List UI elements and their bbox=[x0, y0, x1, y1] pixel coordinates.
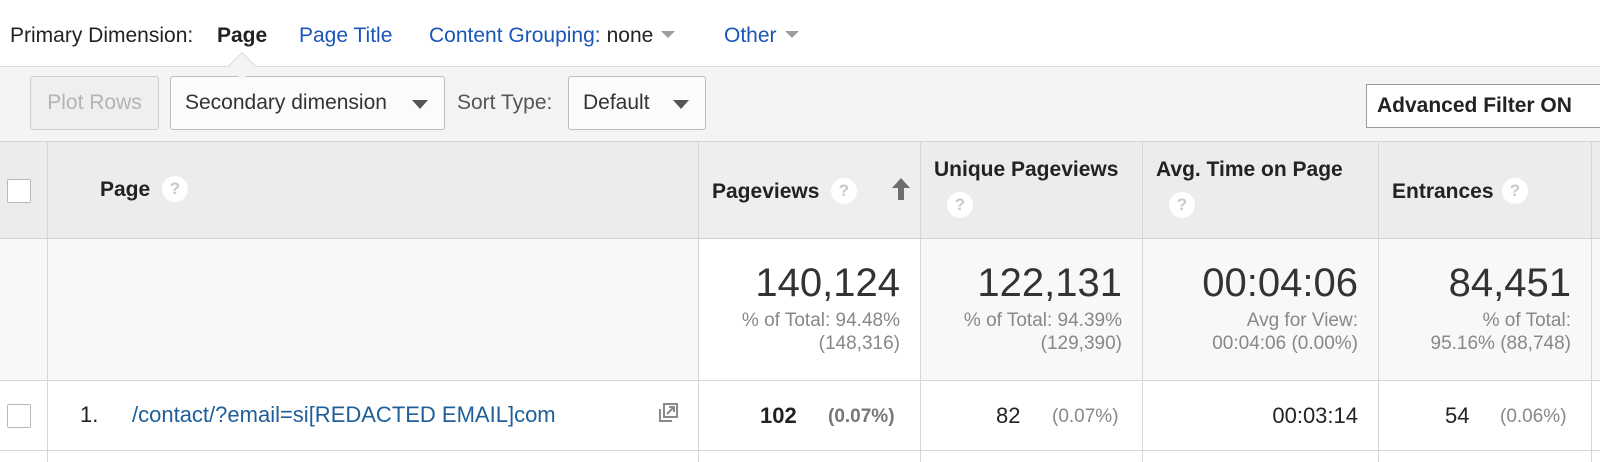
row-entrances: 54 bbox=[1445, 403, 1470, 428]
dimension-page-title-link[interactable]: Page Title bbox=[299, 24, 392, 48]
content-grouping-dropdown[interactable]: Content Grouping: none bbox=[429, 24, 676, 48]
help-icon[interactable]: ? bbox=[1502, 178, 1528, 204]
row-index: 1. bbox=[80, 402, 99, 427]
total-entrances: 84,451 bbox=[1448, 261, 1571, 305]
row-checkbox[interactable] bbox=[7, 404, 31, 428]
help-icon[interactable]: ? bbox=[947, 192, 973, 218]
sort-type-value[interactable]: Default bbox=[583, 91, 650, 114]
caret-down-icon[interactable] bbox=[661, 30, 676, 38]
help-icon[interactable]: ? bbox=[1169, 192, 1195, 218]
primary-dimension-label: Primary Dimension: bbox=[10, 24, 194, 47]
total-entrances-percent-line2: 95.16% (88,748) bbox=[1430, 333, 1572, 354]
next-column-edge bbox=[1592, 142, 1600, 462]
checkbox-column bbox=[0, 142, 48, 462]
total-avg-time-comparison: Avg for View: 00:04:06 (0.00%) bbox=[1212, 309, 1358, 355]
row-page-link[interactable]: /contact/?email=si[REDACTED EMAIL]com bbox=[132, 402, 556, 428]
dimension-other-dropdown[interactable]: Other bbox=[724, 24, 799, 48]
total-unique-pageviews-percent-line2: (129,390) bbox=[1040, 333, 1122, 354]
total-unique-pageviews-percent-line1: % of Total: 94.39% bbox=[963, 310, 1122, 331]
total-pageviews-percent-line1: % of Total: 94.48% bbox=[741, 310, 900, 331]
total-unique-pageviews-percent: % of Total: 94.39% (129,390) bbox=[964, 309, 1122, 355]
caret-down-icon[interactable] bbox=[673, 100, 689, 109]
sort-type-label: Sort Type: bbox=[457, 91, 553, 114]
secondary-dimension-label[interactable]: Secondary dimension bbox=[185, 91, 387, 114]
content-grouping-label[interactable]: Content Grouping: bbox=[429, 24, 601, 47]
caret-down-icon[interactable] bbox=[784, 30, 799, 38]
row-unique-pageviews-percent: (0.07%) bbox=[1052, 406, 1119, 427]
row-entrances-percent: (0.06%) bbox=[1500, 406, 1567, 427]
row-unique-pageviews: 82 bbox=[996, 403, 1021, 428]
page-column-header[interactable]: Page bbox=[100, 178, 150, 202]
total-avg-time-line1: Avg for View: bbox=[1246, 310, 1358, 331]
sort-type-dropdown[interactable]: Default bbox=[568, 76, 706, 130]
caret-down-icon[interactable] bbox=[412, 100, 428, 109]
data-table: Page ? 1. /contact/?email=si[REDACTED EM… bbox=[0, 142, 1600, 462]
total-pageviews-percent: % of Total: 94.48% (148,316) bbox=[742, 309, 900, 355]
secondary-dimension-dropdown[interactable]: Secondary dimension bbox=[170, 76, 445, 130]
total-entrances-percent: % of Total: 95.16% (88,748) bbox=[1431, 309, 1572, 355]
entrances-column-header[interactable]: Entrances bbox=[1392, 180, 1494, 204]
row-pageviews-percent: (0.07%) bbox=[828, 406, 895, 427]
dimension-page-active[interactable]: Page bbox=[217, 24, 267, 48]
dimension-other-link[interactable]: Other bbox=[724, 24, 777, 47]
total-entrances-percent-line1: % of Total: bbox=[1482, 310, 1571, 331]
table-row: 1. /contact/?email=si[REDACTED EMAIL]com bbox=[48, 381, 698, 451]
total-pageviews-percent-line2: (148,316) bbox=[818, 333, 900, 354]
plot-rows-button[interactable]: Plot Rows bbox=[30, 76, 159, 130]
open-page-icon[interactable] bbox=[656, 401, 680, 430]
row-avg-time: 00:03:14 bbox=[1272, 403, 1358, 428]
pageviews-column-header[interactable]: Pageviews bbox=[712, 180, 819, 204]
total-unique-pageviews: 122,131 bbox=[977, 261, 1122, 305]
total-pageviews: 140,124 bbox=[755, 261, 900, 305]
select-all-checkbox[interactable] bbox=[7, 179, 31, 203]
unique-pageviews-column-header[interactable]: Unique Pageviews bbox=[934, 158, 1118, 182]
help-icon[interactable]: ? bbox=[831, 178, 857, 204]
content-grouping-value[interactable]: none bbox=[607, 24, 654, 47]
entrances-column: Entrances ? 84,451 % of Total: 95.16% (8… bbox=[1379, 142, 1592, 462]
advanced-filter-button[interactable]: Advanced Filter ON bbox=[1366, 84, 1600, 128]
total-avg-time-line2: 00:04:06 (0.00%) bbox=[1212, 333, 1358, 354]
page-column: Page ? 1. /contact/?email=si[REDACTED EM… bbox=[48, 142, 699, 462]
avg-time-column-header[interactable]: Avg. Time on Page bbox=[1156, 158, 1343, 182]
help-icon[interactable]: ? bbox=[162, 176, 188, 202]
row-pageviews: 102 bbox=[760, 403, 797, 428]
unique-pageviews-column: Unique Pageviews ? 122,131 % of Total: 9… bbox=[921, 142, 1143, 462]
total-avg-time: 00:04:06 bbox=[1202, 261, 1358, 305]
pageviews-column: Pageviews ? 140,124 % of Total: 94.48% (… bbox=[699, 142, 921, 462]
avg-time-column: Avg. Time on Page ? 00:04:06 Avg for Vie… bbox=[1143, 142, 1379, 462]
sort-ascending-icon[interactable] bbox=[890, 176, 912, 207]
